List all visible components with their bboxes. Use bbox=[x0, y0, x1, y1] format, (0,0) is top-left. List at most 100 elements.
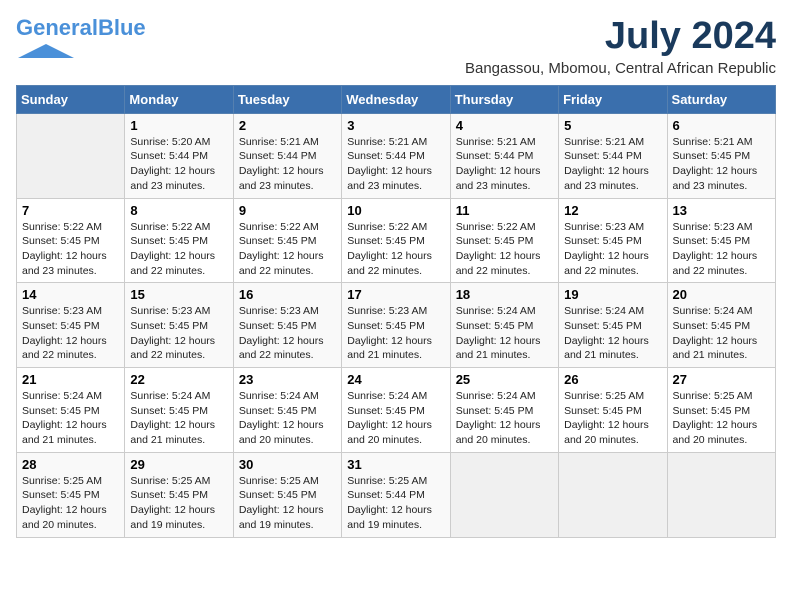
week-row-5: 28 Sunrise: 5:25 AMSunset: 5:45 PMDayligh… bbox=[17, 452, 776, 537]
day-number: 22 bbox=[130, 372, 227, 387]
calendar-cell: 15 Sunrise: 5:23 AMSunset: 5:45 PMDayligh… bbox=[125, 283, 233, 368]
calendar-cell: 30Sunrise: 5:25 AMSunset: 5:45 PMDayligh… bbox=[233, 452, 341, 537]
day-info: Sunrise: 5:23 AMSunset: 5:45 PMDaylight:… bbox=[22, 304, 119, 363]
day-info: Sunrise: 5:25 AMSunset: 5:44 PMDaylight:… bbox=[347, 474, 444, 533]
header-row: SundayMondayTuesdayWednesdayThursdayFrid… bbox=[17, 85, 776, 113]
day-number: 24 bbox=[347, 372, 444, 387]
day-info: Sunrise: 5:22 AMSunset: 5:45 PMDaylight:… bbox=[456, 220, 553, 279]
calendar-cell: 14 Sunrise: 5:23 AMSunset: 5:45 PMDayligh… bbox=[17, 283, 125, 368]
calendar-cell: 6 Sunrise: 5:21 AMSunset: 5:45 PMDaylight… bbox=[667, 113, 775, 198]
calendar-cell: 31 Sunrise: 5:25 AMSunset: 5:44 PMDayligh… bbox=[342, 452, 450, 537]
calendar-cell: 10 Sunrise: 5:22 AMSunset: 5:45 PMDayligh… bbox=[342, 198, 450, 283]
day-info: Sunrise: 5:22 AMSunset: 5:45 PMDaylight:… bbox=[347, 220, 444, 279]
day-info: Sunrise: 5:22 AMSunset: 5:45 PMDaylight:… bbox=[130, 220, 227, 279]
calendar-cell: 29 Sunrise: 5:25 AMSunset: 5:45 PMDayligh… bbox=[125, 452, 233, 537]
day-header-tuesday: Tuesday bbox=[233, 85, 341, 113]
day-info: Sunrise: 5:23 AMSunset: 5:45 PMDaylight:… bbox=[347, 304, 444, 363]
day-info: Sunrise: 5:23 AMSunset: 5:45 PMDaylight:… bbox=[130, 304, 227, 363]
calendar-cell: 1 Sunrise: 5:20 AMSunset: 5:44 PMDaylight… bbox=[125, 113, 233, 198]
day-number: 8 bbox=[130, 203, 227, 218]
day-number: 1 bbox=[130, 118, 227, 133]
calendar-cell: 19 Sunrise: 5:24 AMSunset: 5:45 PMDayligh… bbox=[559, 283, 667, 368]
day-info: Sunrise: 5:24 AMSunset: 5:45 PMDaylight:… bbox=[239, 389, 336, 448]
calendar-cell: 22 Sunrise: 5:24 AMSunset: 5:45 PMDayligh… bbox=[125, 368, 233, 453]
day-number: 19 bbox=[564, 287, 661, 302]
calendar-cell: 9 Sunrise: 5:22 AMSunset: 5:45 PMDaylight… bbox=[233, 198, 341, 283]
day-header-sunday: Sunday bbox=[17, 85, 125, 113]
logo: GeneralBlue bbox=[16, 16, 146, 60]
calendar-cell bbox=[667, 452, 775, 537]
logo-general: General bbox=[16, 15, 98, 40]
calendar-cell: 5 Sunrise: 5:21 AMSunset: 5:44 PMDaylight… bbox=[559, 113, 667, 198]
day-number: 14 bbox=[22, 287, 119, 302]
day-info: Sunrise: 5:22 AMSunset: 5:45 PMDaylight:… bbox=[22, 220, 119, 279]
day-info: Sunrise: 5:22 AMSunset: 5:45 PMDaylight:… bbox=[239, 220, 336, 279]
calendar-cell: 28Sunrise: 5:25 AMSunset: 5:45 PMDayligh… bbox=[17, 452, 125, 537]
day-number: 12 bbox=[564, 203, 661, 218]
day-info: Sunrise: 5:21 AMSunset: 5:44 PMDaylight:… bbox=[347, 135, 444, 194]
calendar-cell bbox=[17, 113, 125, 198]
calendar-cell: 17 Sunrise: 5:23 AMSunset: 5:45 PMDayligh… bbox=[342, 283, 450, 368]
day-info: Sunrise: 5:23 AMSunset: 5:45 PMDaylight:… bbox=[239, 304, 336, 363]
day-number: 10 bbox=[347, 203, 444, 218]
day-number: 13 bbox=[673, 203, 770, 218]
day-info: Sunrise: 5:21 AMSunset: 5:45 PMDaylight:… bbox=[673, 135, 770, 194]
day-number: 15 bbox=[130, 287, 227, 302]
day-info: Sunrise: 5:24 AMSunset: 5:45 PMDaylight:… bbox=[564, 304, 661, 363]
day-info: Sunrise: 5:21 AMSunset: 5:44 PMDaylight:… bbox=[239, 135, 336, 194]
day-info: Sunrise: 5:25 AMSunset: 5:45 PMDaylight:… bbox=[239, 474, 336, 533]
day-number: 3 bbox=[347, 118, 444, 133]
day-info: Sunrise: 5:23 AMSunset: 5:45 PMDaylight:… bbox=[564, 220, 661, 279]
calendar-cell: 13Sunrise: 5:23 AMSunset: 5:45 PMDayligh… bbox=[667, 198, 775, 283]
day-number: 21 bbox=[22, 372, 119, 387]
day-header-wednesday: Wednesday bbox=[342, 85, 450, 113]
day-info: Sunrise: 5:25 AMSunset: 5:45 PMDaylight:… bbox=[130, 474, 227, 533]
day-number: 11 bbox=[456, 203, 553, 218]
day-info: Sunrise: 5:20 AMSunset: 5:44 PMDaylight:… bbox=[130, 135, 227, 194]
logo-blue: Blue bbox=[98, 15, 146, 40]
calendar-cell: 24Sunrise: 5:24 AMSunset: 5:45 PMDayligh… bbox=[342, 368, 450, 453]
day-number: 16 bbox=[239, 287, 336, 302]
day-number: 26 bbox=[564, 372, 661, 387]
day-number: 4 bbox=[456, 118, 553, 133]
day-number: 29 bbox=[130, 457, 227, 472]
day-number: 17 bbox=[347, 287, 444, 302]
day-info: Sunrise: 5:24 AMSunset: 5:45 PMDaylight:… bbox=[456, 389, 553, 448]
calendar-cell: 20 Sunrise: 5:24 AMSunset: 5:45 PMDayligh… bbox=[667, 283, 775, 368]
day-number: 5 bbox=[564, 118, 661, 133]
calendar-cell: 25 Sunrise: 5:24 AMSunset: 5:45 PMDayligh… bbox=[450, 368, 558, 453]
calendar-cell: 2 Sunrise: 5:21 AMSunset: 5:44 PMDaylight… bbox=[233, 113, 341, 198]
day-number: 9 bbox=[239, 203, 336, 218]
day-number: 25 bbox=[456, 372, 553, 387]
day-number: 31 bbox=[347, 457, 444, 472]
logo-icon bbox=[16, 42, 76, 60]
day-info: Sunrise: 5:21 AMSunset: 5:44 PMDaylight:… bbox=[564, 135, 661, 194]
calendar-cell: 12 Sunrise: 5:23 AMSunset: 5:45 PMDayligh… bbox=[559, 198, 667, 283]
day-info: Sunrise: 5:24 AMSunset: 5:45 PMDaylight:… bbox=[456, 304, 553, 363]
day-number: 18 bbox=[456, 287, 553, 302]
day-number: 23 bbox=[239, 372, 336, 387]
calendar-cell: 27 Sunrise: 5:25 AMSunset: 5:45 PMDayligh… bbox=[667, 368, 775, 453]
calendar-cell: 4Sunrise: 5:21 AMSunset: 5:44 PMDaylight… bbox=[450, 113, 558, 198]
day-info: Sunrise: 5:24 AMSunset: 5:45 PMDaylight:… bbox=[22, 389, 119, 448]
title-area: July 2024 Bangassou, Mbomou, Central Afr… bbox=[465, 16, 776, 77]
day-number: 20 bbox=[673, 287, 770, 302]
header: GeneralBlue July 2024 Bangassou, Mbomou,… bbox=[16, 16, 776, 77]
day-number: 28 bbox=[22, 457, 119, 472]
day-info: Sunrise: 5:24 AMSunset: 5:45 PMDaylight:… bbox=[673, 304, 770, 363]
logo-text: GeneralBlue bbox=[16, 16, 146, 40]
calendar-cell: 23 Sunrise: 5:24 AMSunset: 5:45 PMDayligh… bbox=[233, 368, 341, 453]
day-number: 2 bbox=[239, 118, 336, 133]
week-row-3: 14 Sunrise: 5:23 AMSunset: 5:45 PMDayligh… bbox=[17, 283, 776, 368]
day-header-friday: Friday bbox=[559, 85, 667, 113]
day-info: Sunrise: 5:24 AMSunset: 5:45 PMDaylight:… bbox=[130, 389, 227, 448]
day-number: 6 bbox=[673, 118, 770, 133]
calendar-cell: 16 Sunrise: 5:23 AMSunset: 5:45 PMDayligh… bbox=[233, 283, 341, 368]
day-header-monday: Monday bbox=[125, 85, 233, 113]
calendar-table: SundayMondayTuesdayWednesdayThursdayFrid… bbox=[16, 85, 776, 538]
day-header-saturday: Saturday bbox=[667, 85, 775, 113]
day-info: Sunrise: 5:25 AMSunset: 5:45 PMDaylight:… bbox=[564, 389, 661, 448]
day-number: 27 bbox=[673, 372, 770, 387]
calendar-cell: 21 Sunrise: 5:24 AMSunset: 5:45 PMDayligh… bbox=[17, 368, 125, 453]
day-info: Sunrise: 5:25 AMSunset: 5:45 PMDaylight:… bbox=[673, 389, 770, 448]
